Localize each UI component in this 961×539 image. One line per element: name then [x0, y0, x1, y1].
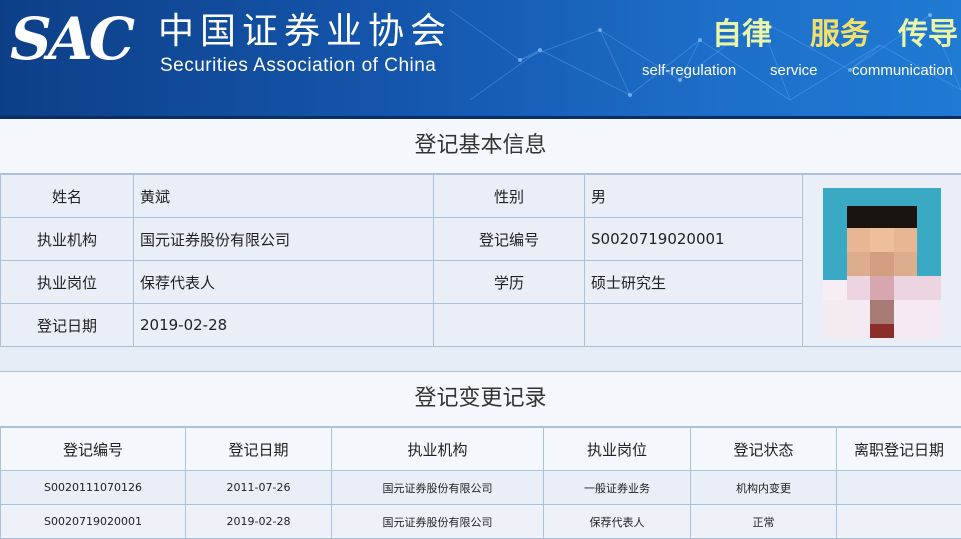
- name-label: 姓名: [1, 175, 134, 218]
- col-header-org: 执业机构: [332, 428, 544, 471]
- empty-cell: [585, 304, 803, 347]
- change-records-table: 登记编号 登记日期 执业机构 执业岗位 登记状态 离职登记日期 S0020111…: [0, 427, 961, 539]
- name-value: 黄斌: [134, 175, 434, 218]
- cell-org: 国元证券股份有限公司: [332, 471, 544, 505]
- cell-position: 一般证券业务: [544, 471, 691, 505]
- reg-no-label: 登记编号: [434, 218, 585, 261]
- position-label: 执业岗位: [1, 261, 134, 304]
- table-row: S0020719020001 2019-02-28 国元证券股份有限公司 保荐代…: [1, 505, 961, 539]
- col-header-reg-date: 登记日期: [186, 428, 332, 471]
- col-header-status: 登记状态: [691, 428, 837, 471]
- sac-logo: SAC: [10, 10, 131, 68]
- table-row: S0020111070126 2011-07-26 国元证券股份有限公司 一般证…: [1, 471, 961, 505]
- org-value: 国元证券股份有限公司: [134, 218, 434, 261]
- slogan-communication-cn: 传导: [898, 20, 958, 50]
- education-label: 学历: [434, 261, 585, 304]
- site-header-banner: SAC 中国证券业协会 Securities Association of Ch…: [0, 0, 961, 116]
- cell-reg-date: 2011-07-26: [186, 471, 332, 505]
- cell-status: 正常: [691, 505, 837, 539]
- change-records-title: 登记变更记录: [0, 372, 961, 427]
- empty-cell: [434, 304, 585, 347]
- cell-leave-date: [837, 471, 961, 505]
- basic-info-title: 登记基本信息: [0, 119, 961, 174]
- cell-reg-no: S0020111070126: [1, 471, 186, 505]
- basic-info-table: 姓名 黄斌 性别 男: [0, 174, 961, 347]
- cell-position: 保荐代表人: [544, 505, 691, 539]
- cell-reg-no: S0020719020001: [1, 505, 186, 539]
- cell-status: 机构内变更: [691, 471, 837, 505]
- gender-value: 男: [585, 175, 803, 218]
- pixelated-portrait-image: [823, 188, 941, 338]
- col-header-position: 执业岗位: [544, 428, 691, 471]
- table-header-row: 登记编号 登记日期 执业机构 执业岗位 登记状态 离职登记日期: [1, 428, 961, 471]
- slogan-self-regulation-cn: 自律: [712, 20, 772, 50]
- profile-photo: [823, 188, 941, 338]
- education-value: 硕士研究生: [585, 261, 803, 304]
- col-header-leave-date: 离职登记日期: [837, 428, 961, 471]
- slogan-self-regulation-en: self-regulation: [642, 62, 736, 79]
- gender-label: 性别: [434, 175, 585, 218]
- section-gap: [0, 347, 961, 372]
- org-label: 执业机构: [1, 218, 134, 261]
- org-name-en: Securities Association of China: [160, 55, 436, 77]
- cell-leave-date: [837, 505, 961, 539]
- reg-date-value: 2019-02-28: [134, 304, 434, 347]
- cell-org: 国元证券股份有限公司: [332, 505, 544, 539]
- org-name-cn: 中国证券业协会: [158, 14, 452, 50]
- cell-reg-date: 2019-02-28: [186, 505, 332, 539]
- reg-date-label: 登记日期: [1, 304, 134, 347]
- position-value: 保荐代表人: [134, 261, 434, 304]
- slogan-communication-en: communication: [852, 62, 953, 79]
- slogan-service-en: service: [770, 62, 818, 79]
- col-header-reg-no: 登记编号: [1, 428, 186, 471]
- photo-cell: [803, 175, 961, 347]
- reg-no-value: S0020719020001: [585, 218, 803, 261]
- slogan-service-cn: 服务: [810, 20, 870, 50]
